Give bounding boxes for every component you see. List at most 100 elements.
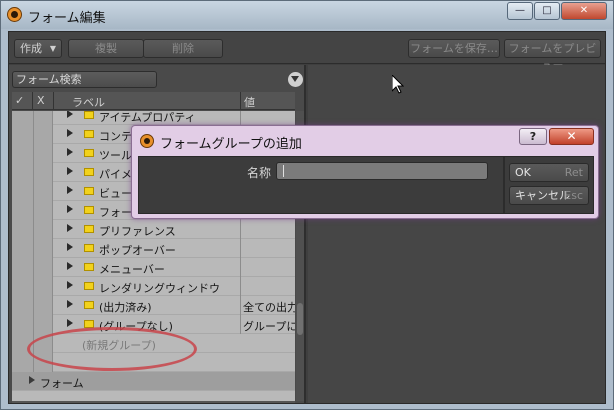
- dialog-close-button[interactable]: ✕: [549, 128, 594, 145]
- dialog-title: フォームグループの追加: [160, 137, 302, 152]
- folder-icon: [84, 225, 94, 233]
- column-check[interactable]: ✓: [15, 94, 24, 107]
- tree-row-value: 全ての出力: [243, 301, 295, 314]
- tree-row-label: レンダリングウィンドウ: [99, 282, 220, 295]
- cancel-shortcut: Esc: [564, 189, 583, 202]
- app-logo-icon: [140, 134, 154, 148]
- row-gutter: [12, 220, 53, 239]
- expand-arrow-icon[interactable]: [67, 281, 73, 289]
- tree-row-value-cell: グループに属: [240, 315, 295, 334]
- row-gutter: [12, 296, 53, 315]
- tree-row-label: (出力済み): [99, 301, 152, 314]
- column-divider: [53, 92, 54, 110]
- expand-arrow-icon[interactable]: [67, 111, 73, 118]
- tree-row-value-cell: [240, 239, 295, 258]
- save-form-button[interactable]: フォームを保存…: [408, 39, 500, 58]
- close-window-button[interactable]: ✕: [561, 2, 607, 20]
- delete-button[interactable]: 削除: [143, 39, 223, 58]
- expand-arrow-icon[interactable]: [67, 129, 73, 137]
- column-divider: [240, 92, 241, 110]
- row-gutter: [12, 144, 53, 163]
- expand-arrow-icon[interactable]: [67, 262, 73, 270]
- toolbar: 作成 ▼ 複製 削除 フォームを保存… フォームをプレビュー: [9, 32, 605, 72]
- row-gutter: [12, 258, 53, 277]
- name-label: 名称: [247, 166, 272, 180]
- folder-icon: [84, 244, 94, 252]
- tree-row-value-cell: [240, 277, 295, 296]
- add-form-group-dialog: フォームグループの追加 ? ✕ 名称 OK Ret キャンセル Esc: [131, 125, 599, 219]
- cancel-label: キャンセル: [515, 189, 570, 202]
- minimize-button[interactable]: —: [507, 2, 533, 20]
- tree-row[interactable]: ポップオーバー: [12, 239, 295, 258]
- tree-row-value-cell: 全ての出力: [240, 296, 295, 315]
- row-gutter: [12, 315, 53, 334]
- help-button[interactable]: ?: [519, 128, 547, 145]
- column-value[interactable]: 値: [244, 94, 255, 110]
- tree-column-header: ✓ X ラベル 値: [12, 92, 295, 110]
- create-label: 作成: [20, 42, 42, 55]
- folder-icon: [84, 130, 94, 138]
- expand-arrow-icon[interactable]: [67, 186, 73, 194]
- tree-horizontal-scrollbar[interactable]: [12, 401, 295, 403]
- row-gutter: [12, 277, 53, 296]
- column-divider: [32, 92, 33, 110]
- folder-icon: [84, 263, 94, 271]
- form-row[interactable]: フォーム: [12, 372, 295, 391]
- maximize-button[interactable]: □: [534, 2, 560, 20]
- window-title: フォーム編集: [28, 11, 106, 26]
- ok-shortcut: Ret: [564, 166, 583, 179]
- tree-row-value-cell: [240, 111, 295, 125]
- tree-row[interactable]: アイテムプロパティ: [12, 111, 295, 125]
- form-preview-panel: [308, 65, 605, 403]
- tree-row-value-cell: [240, 220, 295, 239]
- folder-icon: [84, 206, 94, 214]
- scrollbar-thumb[interactable]: [297, 303, 303, 335]
- folder-icon: [84, 301, 94, 309]
- tree-row[interactable]: メニューバー: [12, 258, 295, 277]
- expand-arrow-icon[interactable]: [67, 319, 73, 327]
- name-input[interactable]: [276, 162, 488, 180]
- expand-arrow-icon[interactable]: [67, 148, 73, 156]
- expand-arrow-icon[interactable]: [67, 205, 73, 213]
- preview-form-button[interactable]: フォームをプレビュー: [504, 39, 601, 72]
- expand-arrow-icon[interactable]: [67, 300, 73, 308]
- tree-row-label: メニューバー: [99, 263, 165, 276]
- tree-row[interactable]: (出力済み) 全ての出力: [12, 296, 295, 315]
- expand-arrow-icon[interactable]: [67, 224, 73, 232]
- expand-arrow-icon[interactable]: [67, 167, 73, 175]
- form-row-label: フォーム: [40, 377, 84, 390]
- tree-row[interactable]: プリファレンス: [12, 220, 295, 239]
- tree-row[interactable]: レンダリングウィンドウ: [12, 277, 295, 296]
- tree-row-label: ポップオーバー: [99, 244, 176, 257]
- folder-icon: [84, 149, 94, 157]
- tree-row-label: プリファレンス: [99, 225, 176, 238]
- expand-arrow-icon[interactable]: [29, 376, 35, 384]
- folder-icon: [84, 111, 94, 119]
- column-label[interactable]: ラベル: [72, 94, 105, 110]
- dialog-divider: [503, 157, 505, 213]
- row-gutter: [12, 111, 53, 125]
- row-gutter: [12, 239, 53, 258]
- row-gutter: [12, 163, 53, 182]
- tree-row-value: グループに属: [243, 320, 295, 333]
- column-x[interactable]: X: [37, 94, 45, 107]
- row-gutter: [12, 125, 53, 144]
- folder-icon: [84, 282, 94, 290]
- create-button[interactable]: 作成 ▼: [14, 39, 62, 58]
- form-search-input[interactable]: フォーム検索: [12, 71, 157, 88]
- cancel-button[interactable]: キャンセル Esc: [509, 186, 589, 205]
- ok-label: OK: [515, 166, 531, 179]
- filter-icon[interactable]: [288, 72, 303, 87]
- expand-arrow-icon[interactable]: [67, 243, 73, 251]
- chevron-down-icon: ▼: [49, 44, 56, 53]
- ok-button[interactable]: OK Ret: [509, 163, 589, 182]
- highlight-annotation: [27, 327, 197, 371]
- row-gutter: [12, 201, 53, 220]
- row-gutter: [12, 182, 53, 201]
- dialog-body: 名称 OK Ret キャンセル Esc: [138, 156, 594, 214]
- tree-row-label: アイテムプロパティ: [99, 111, 196, 124]
- window-titlebar[interactable]: フォーム編集 — □ ✕: [1, 1, 613, 29]
- app-logo-icon: [7, 7, 22, 22]
- folder-icon: [84, 168, 94, 176]
- duplicate-button[interactable]: 複製: [68, 39, 144, 58]
